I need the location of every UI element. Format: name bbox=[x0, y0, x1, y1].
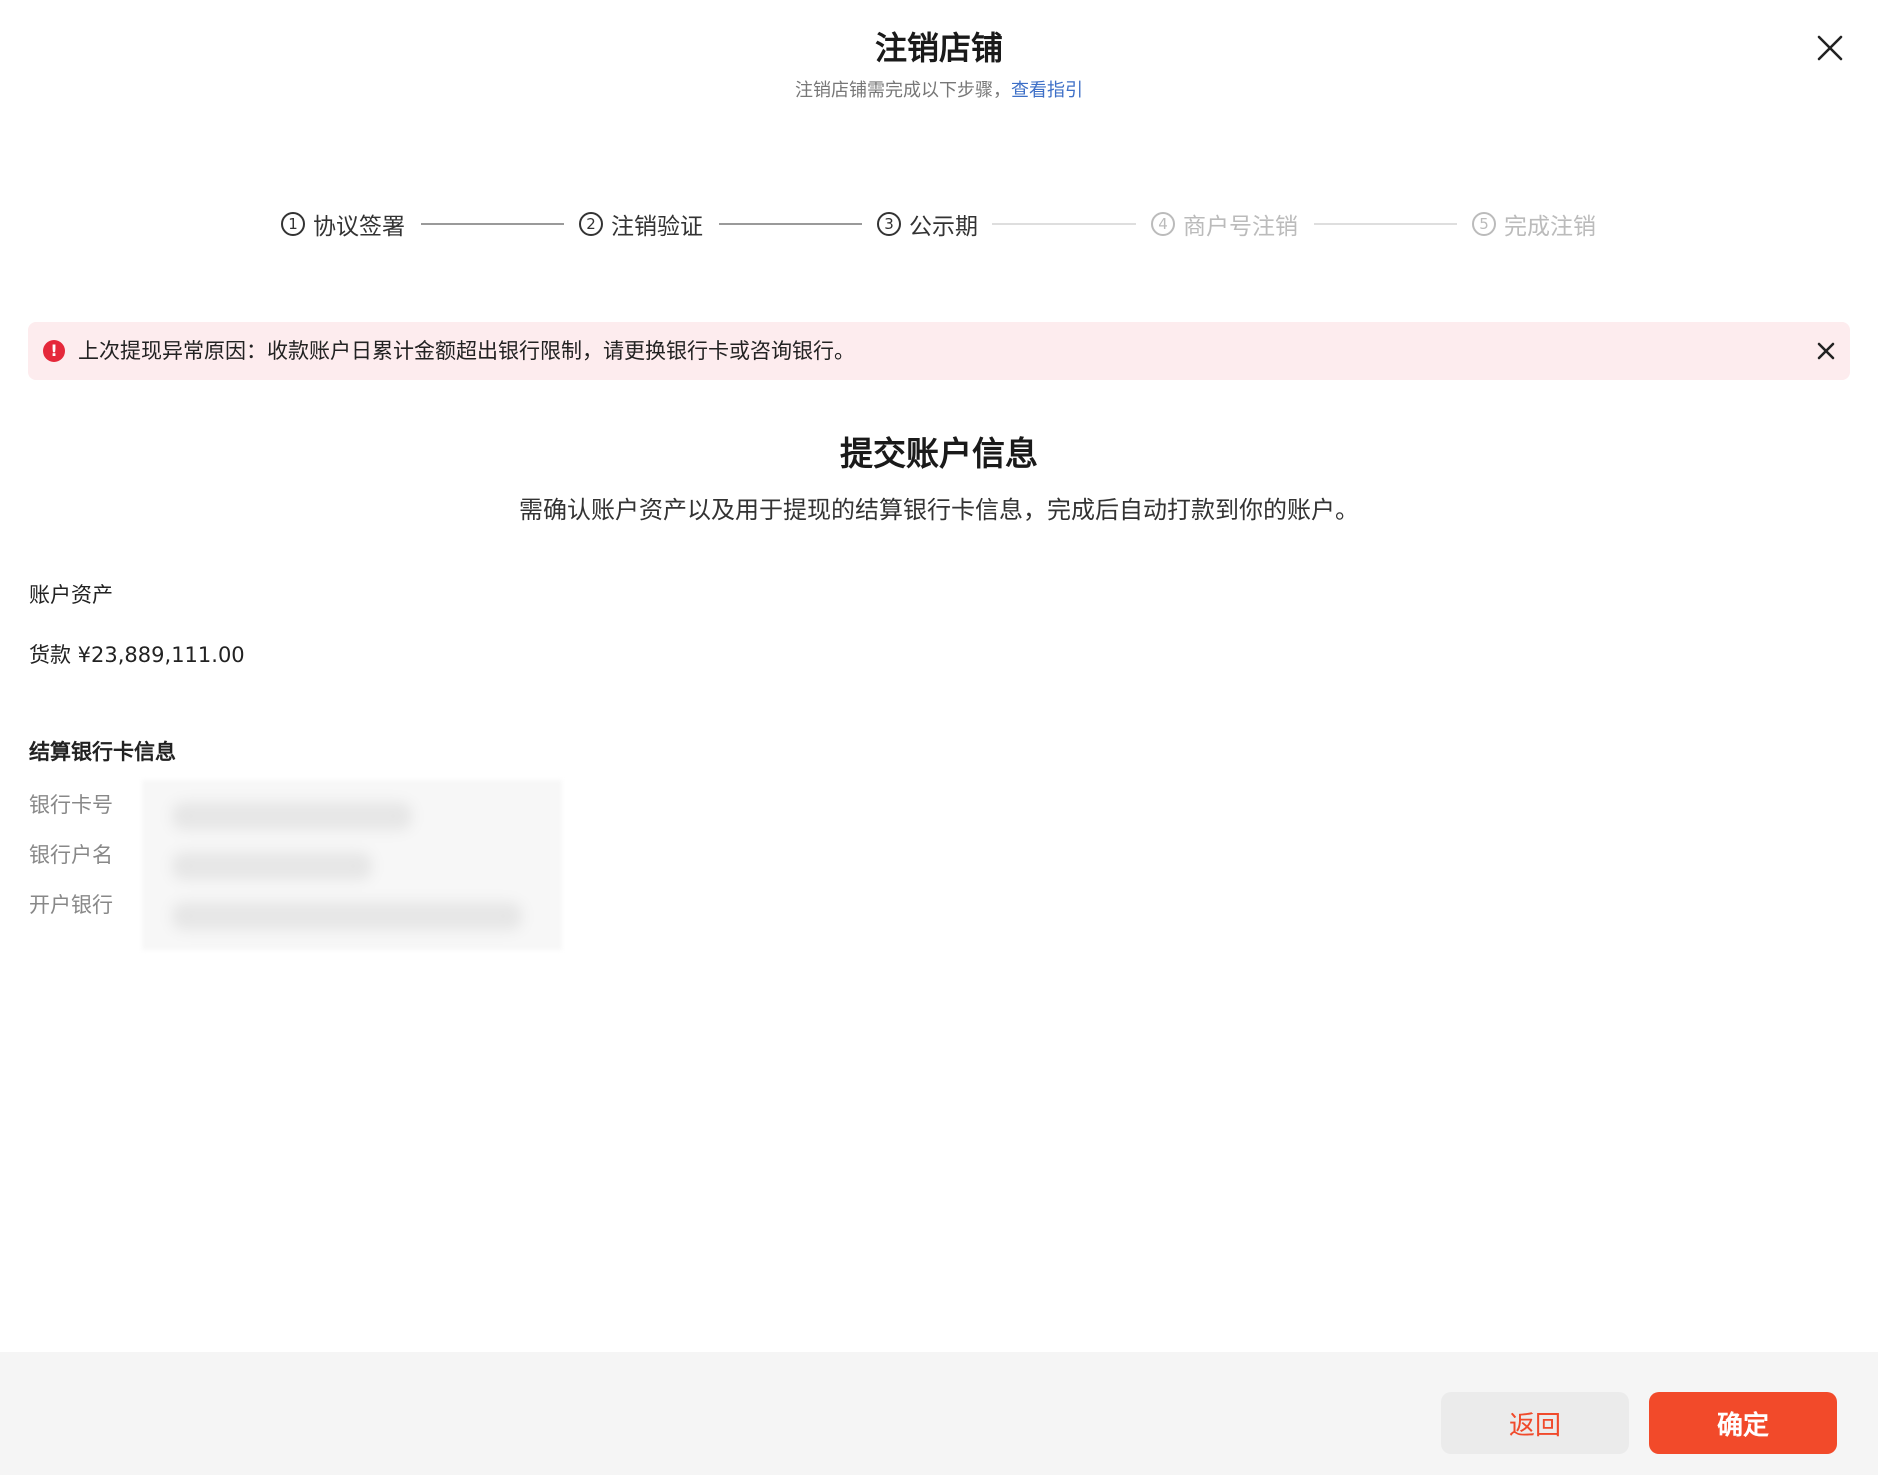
account-assets-heading: 账户资产 bbox=[29, 583, 113, 607]
step-merchant-cancel: 4 商户号注销 bbox=[1151, 200, 1298, 248]
step-label: 协议签署 bbox=[313, 214, 405, 240]
alert-close-icon[interactable] bbox=[1814, 339, 1838, 363]
modal-header: 注销店铺 注销店铺需完成以下步骤，查看指引 bbox=[0, 0, 1878, 130]
modal-title: 注销店铺 bbox=[874, 29, 1003, 67]
progress-steps: 1 协议签署 2 注销验证 3 公示期 4 商户号注销 5 完成注销 bbox=[0, 200, 1878, 248]
step-connector bbox=[992, 223, 1136, 225]
close-icon[interactable] bbox=[1810, 28, 1850, 68]
bank-card-heading: 结算银行卡信息 bbox=[29, 740, 176, 764]
step-connector bbox=[719, 223, 862, 225]
step-number-icon: 3 bbox=[877, 212, 901, 236]
step-public-notice: 3 公示期 bbox=[877, 200, 978, 248]
step-label: 注销验证 bbox=[611, 214, 703, 240]
step-connector bbox=[1314, 223, 1457, 225]
account-assets-value: 货款 ¥23,889,111.00 bbox=[29, 643, 245, 667]
back-button[interactable]: 返回 bbox=[1441, 1392, 1629, 1454]
subtitle-text: 注销店铺需完成以下步骤， bbox=[795, 80, 1011, 101]
step-agreement: 1 协议签署 bbox=[281, 200, 405, 248]
section-title: 提交账户信息 bbox=[840, 434, 1038, 473]
alert-message: 上次提现异常原因：收款账户日累计金额超出银行限制，请更换银行卡或咨询银行。 bbox=[78, 339, 855, 363]
bank-card-number-label: 银行卡号 bbox=[29, 793, 113, 817]
view-guide-link[interactable]: 查看指引 bbox=[1011, 80, 1083, 101]
step-number-icon: 4 bbox=[1151, 212, 1175, 236]
step-connector bbox=[421, 223, 564, 225]
close-store-modal: 注销店铺 注销店铺需完成以下步骤，查看指引 1 协议签署 2 注销验证 3 公示… bbox=[0, 0, 1878, 1475]
confirm-button[interactable]: 确定 bbox=[1649, 1392, 1837, 1454]
step-label: 完成注销 bbox=[1504, 214, 1596, 240]
bank-account-name-label: 银行户名 bbox=[29, 843, 113, 867]
step-label: 商户号注销 bbox=[1183, 214, 1298, 240]
section-description: 需确认账户资产以及用于提现的结算银行卡信息，完成后自动打款到你的账户。 bbox=[519, 496, 1359, 524]
step-label: 公示期 bbox=[909, 214, 978, 240]
redacted-bank-info bbox=[142, 780, 562, 950]
modal-subtitle: 注销店铺需完成以下步骤，查看指引 bbox=[0, 78, 1878, 104]
modal-footer: 返回 确定 bbox=[0, 1352, 1878, 1475]
step-number-icon: 1 bbox=[281, 212, 305, 236]
bank-branch-label: 开户银行 bbox=[29, 893, 113, 917]
step-complete: 5 完成注销 bbox=[1472, 200, 1596, 248]
step-number-icon: 2 bbox=[579, 212, 603, 236]
error-alert: ! 上次提现异常原因：收款账户日累计金额超出银行限制，请更换银行卡或咨询银行。 bbox=[28, 322, 1850, 380]
error-icon: ! bbox=[43, 340, 65, 362]
step-verification: 2 注销验证 bbox=[579, 200, 703, 248]
step-number-icon: 5 bbox=[1472, 212, 1496, 236]
